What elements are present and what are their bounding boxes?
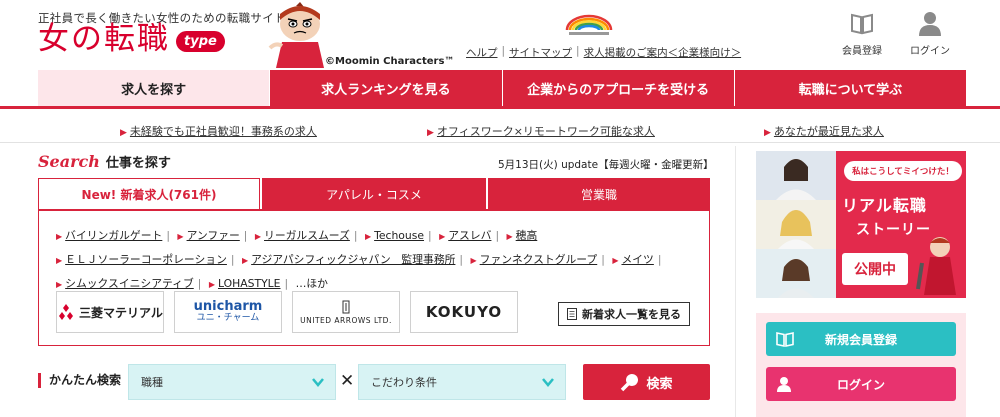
- banner-open-badge: 公開中: [842, 253, 908, 285]
- notice-link[interactable]: ▶ オフィスワーク×リモートワーク可能な求人: [427, 123, 655, 139]
- search-title: 仕事を探す: [105, 156, 171, 171]
- arrows-emblem-icon: [342, 300, 350, 313]
- site-header: 正社員で長く働きたい女性のための転職サイト 女の転職 type ©Moomin …: [0, 0, 1000, 70]
- nav-learn-career[interactable]: 転職について学ぶ: [733, 70, 966, 106]
- login-button[interactable]: ログイン: [766, 367, 956, 401]
- nav-underline: [0, 106, 1000, 109]
- arrow-right-icon: ▶: [120, 128, 127, 138]
- nav-company-approach[interactable]: 企業からのアプローチを受ける: [501, 70, 734, 106]
- member-box: 新規会員登録 ログイン: [756, 313, 966, 417]
- arrow-right-icon: ▶: [56, 280, 63, 289]
- logo-type-badge: type: [176, 31, 225, 52]
- conditions-select[interactable]: こだわり条件: [358, 364, 566, 400]
- list-item[interactable]: ▶ メイツ |: [612, 248, 661, 272]
- notice-link[interactable]: ▶ 未経験でも正社員歓迎！事務系の求人: [120, 123, 317, 139]
- arrow-right-icon: ▶: [427, 128, 434, 138]
- logo-unicharm[interactable]: unicharm ユニ・チャーム: [174, 291, 282, 333]
- logo-text: 女の転職: [38, 21, 170, 57]
- register-header-button[interactable]: 会員登録: [830, 10, 894, 57]
- copyright-text: ©Moomin Characters™: [325, 56, 455, 67]
- header-links: ヘルプ | サイトマップ | 求人掲載のご案内＜企業様向け＞: [466, 45, 741, 60]
- mitsubishi-diamonds-icon: [59, 304, 74, 320]
- banner-tagline: 私はこうしてミイつけた！: [844, 161, 962, 181]
- job-type-select[interactable]: 職種: [128, 364, 336, 400]
- woman-photo-icon: [756, 200, 836, 249]
- nav-find-jobs[interactable]: 求人を探す: [38, 70, 270, 106]
- login-header-button[interactable]: ログイン: [898, 10, 962, 57]
- list-item[interactable]: ▶ ファンネクストグループ |: [471, 248, 605, 272]
- chevron-down-icon: [312, 378, 324, 387]
- little-my-mascot-icon: [268, 2, 324, 68]
- magnifier-icon: [621, 374, 639, 392]
- recruiter-info-link[interactable]: 求人掲載のご案内＜企業様向け＞: [584, 45, 742, 60]
- logo-kokuyo[interactable]: KOKUYO: [410, 291, 518, 333]
- logo-mitsubishi-materials[interactable]: 三菱マテリアル: [56, 291, 164, 333]
- company-list: ▶ バイリンガルゲート | ▶ アンファー | ▶ リーガルスムーズ | ▶ Techouse…: [56, 224, 686, 296]
- main-nav: 求人を探す 求人ランキングを見る 企業からのアプローチを受ける 転職について学ぶ: [38, 70, 966, 106]
- woman-photo-icon: [756, 249, 836, 298]
- easy-search: かんたん検索 職種 ✕ こだわり条件 検索: [38, 364, 710, 400]
- arrow-right-icon: ▶: [254, 232, 262, 241]
- list-item[interactable]: ▶ リーガルスムーズ |: [255, 224, 358, 248]
- arrow-right-icon: ▶: [364, 232, 372, 241]
- arrow-right-icon: ▶: [612, 256, 619, 265]
- banner-title: リアル転職: [842, 196, 927, 215]
- list-item[interactable]: ▶ アスレバ |: [439, 224, 499, 248]
- arrow-right-icon: ▶: [764, 128, 771, 138]
- tab-new-jobs[interactable]: New! 新着求人(761件): [38, 178, 260, 210]
- book-icon: [851, 13, 873, 35]
- column-separator: [735, 146, 736, 417]
- list-item[interactable]: ▶ アンファー |: [177, 224, 247, 248]
- rainbow-logo-icon: [565, 14, 613, 35]
- times-icon: ✕: [340, 371, 355, 391]
- company-logos: 三菱マテリアル unicharm ユニ・チャーム UNITED ARROWS L…: [56, 291, 518, 333]
- arrow-right-icon: ▶: [56, 232, 63, 241]
- link-separator: |: [576, 45, 580, 57]
- chevron-down-icon: [542, 378, 554, 387]
- book-icon: [776, 332, 794, 347]
- little-my-mascot-icon: [916, 237, 956, 295]
- register-header-label: 会員登録: [842, 46, 882, 57]
- story-banner[interactable]: 私はこうしてミイつけた！ リアル転職 ストーリー 公開中: [756, 151, 966, 298]
- list-item[interactable]: ▶ バイリンガルゲート |: [56, 224, 170, 248]
- link-separator: |: [501, 45, 506, 57]
- arrow-right-icon: ▶: [208, 280, 215, 289]
- all-new-jobs-button[interactable]: 新着求人一覧を見る: [558, 302, 690, 326]
- user-icon: [919, 12, 941, 36]
- login-header-label: ログイン: [910, 46, 950, 57]
- help-link[interactable]: ヘルプ: [466, 45, 498, 60]
- site-logo[interactable]: 女の転職 type: [38, 24, 225, 55]
- arrow-right-icon: ▶: [241, 256, 249, 265]
- easy-search-label: かんたん検索: [38, 373, 121, 388]
- arrow-right-icon: ▶: [439, 232, 446, 241]
- document-icon: [567, 308, 577, 320]
- arrow-right-icon: ▶: [470, 256, 477, 265]
- nav-job-ranking[interactable]: 求人ランキングを見る: [269, 70, 502, 106]
- job-tabs: New! 新着求人(761件) アパレル・コスメ 営業職: [38, 178, 710, 210]
- list-item[interactable]: ▶ Techouse |: [365, 224, 432, 248]
- tab-sales[interactable]: 営業職: [486, 178, 710, 210]
- list-item[interactable]: ▶ アジアパシフィックジャパン 監理事務所 |: [242, 248, 463, 272]
- logo-united-arrows[interactable]: UNITED ARROWS LTD.: [292, 291, 400, 333]
- search-script-label: Search: [38, 152, 100, 171]
- arrow-right-icon: ▶: [177, 232, 184, 241]
- sitemap-link[interactable]: サイトマップ: [509, 45, 572, 60]
- section-divider: [0, 142, 1000, 143]
- list-item[interactable]: ▶ ＥＬＪソーラーコーポレーション |: [56, 248, 235, 272]
- user-icon: [777, 377, 791, 392]
- search-heading: Search 仕事を探す: [38, 152, 171, 171]
- arrow-right-icon: ▶: [56, 256, 63, 265]
- list-item[interactable]: ▶ 穂高: [507, 224, 538, 248]
- arrow-right-icon: ▶: [506, 232, 513, 241]
- search-button[interactable]: 検索: [583, 364, 710, 400]
- notice-link[interactable]: ▶ あなたが最近見た求人: [764, 123, 884, 139]
- update-info: 5月13日(火) update【毎週火曜・金曜更新】: [498, 159, 714, 171]
- register-button[interactable]: 新規会員登録: [766, 322, 956, 356]
- woman-photo-icon: [756, 151, 836, 200]
- tab-apparel-cosme[interactable]: アパレル・コスメ: [260, 178, 486, 210]
